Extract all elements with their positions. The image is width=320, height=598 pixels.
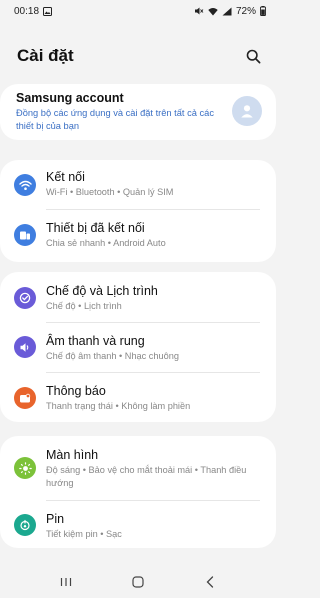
navigation-bar xyxy=(0,566,276,598)
settings-item-notifications[interactable]: Thông báo Thanh trạng thái • Không làm p… xyxy=(0,372,276,422)
sound-subtitle: Chế độ âm thanh • Nhạc chuông xyxy=(46,351,179,361)
connected-devices-subtitle: Chia sẻ nhanh • Android Auto xyxy=(46,238,166,248)
display-subtitle: Độ sáng • Bảo vệ cho mắt thoải mái • Tha… xyxy=(46,465,247,488)
recent-apps-button[interactable] xyxy=(54,572,78,592)
battery-settings-icon xyxy=(14,514,36,536)
modes-subtitle: Chế độ • Lịch trình xyxy=(46,301,122,311)
gallery-notification-icon xyxy=(43,6,53,16)
mute-icon xyxy=(194,6,204,16)
settings-item-battery[interactable]: Pin Tiết kiệm pin • Sạc xyxy=(0,500,276,548)
back-button[interactable] xyxy=(198,572,222,592)
page-title: Cài đặt xyxy=(17,46,74,65)
person-icon xyxy=(241,105,253,118)
signal-icon xyxy=(222,7,232,16)
modes-icon xyxy=(14,287,36,309)
settings-item-sound[interactable]: Âm thanh và rung Chế độ âm thanh • Nhạc … xyxy=(0,322,276,372)
status-time: 00:18 xyxy=(14,5,40,17)
status-bar: 00:18 72% xyxy=(0,0,276,22)
connections-title: Kết nối xyxy=(46,170,85,184)
notification-icon xyxy=(14,387,36,409)
settings-item-connections[interactable]: Kết nối Wi-Fi • Bluetooth • Quản lý SIM xyxy=(0,160,276,210)
notifications-title: Thông báo xyxy=(46,384,106,398)
search-icon xyxy=(246,49,260,63)
speaker-icon xyxy=(14,336,36,358)
devices-icon xyxy=(14,224,36,246)
home-icon xyxy=(132,576,144,588)
back-icon xyxy=(206,576,214,588)
sound-title: Âm thanh và rung xyxy=(46,334,145,348)
home-button[interactable] xyxy=(126,572,150,592)
account-title: Samsung account xyxy=(16,91,124,105)
display-title: Màn hình xyxy=(46,448,99,462)
modes-title: Chế độ và Lịch trình xyxy=(46,284,158,298)
brightness-icon xyxy=(14,457,36,479)
avatar[interactable] xyxy=(232,96,262,126)
battery-percent: 72% xyxy=(235,5,256,17)
wifi-settings-icon xyxy=(14,174,36,196)
connections-subtitle: Wi-Fi • Bluetooth • Quản lý SIM xyxy=(46,187,174,197)
battery-title: Pin xyxy=(46,512,65,526)
connected-devices-title: Thiết bị đã kết nối xyxy=(46,221,145,235)
battery-subtitle: Tiết kiệm pin • Sạc xyxy=(46,529,122,539)
search-button[interactable] xyxy=(242,45,264,67)
page-header: Cài đặt xyxy=(0,38,276,74)
settings-item-display[interactable]: Màn hình Độ sáng • Bảo vệ cho mắt thoải … xyxy=(0,436,276,498)
battery-icon xyxy=(260,6,266,16)
settings-item-modes[interactable]: Chế độ và Lịch trình Chế độ • Lịch trình xyxy=(0,272,276,322)
settings-item-connected-devices[interactable]: Thiết bị đã kết nối Chia sẻ nhanh • Andr… xyxy=(0,210,276,262)
recent-apps-icon xyxy=(60,578,72,586)
notifications-subtitle: Thanh trạng thái • Không làm phiền xyxy=(46,401,191,411)
account-description: Đồng bộ các ứng dụng và cài đặt trên tất… xyxy=(16,108,214,131)
wifi-icon xyxy=(208,7,218,16)
